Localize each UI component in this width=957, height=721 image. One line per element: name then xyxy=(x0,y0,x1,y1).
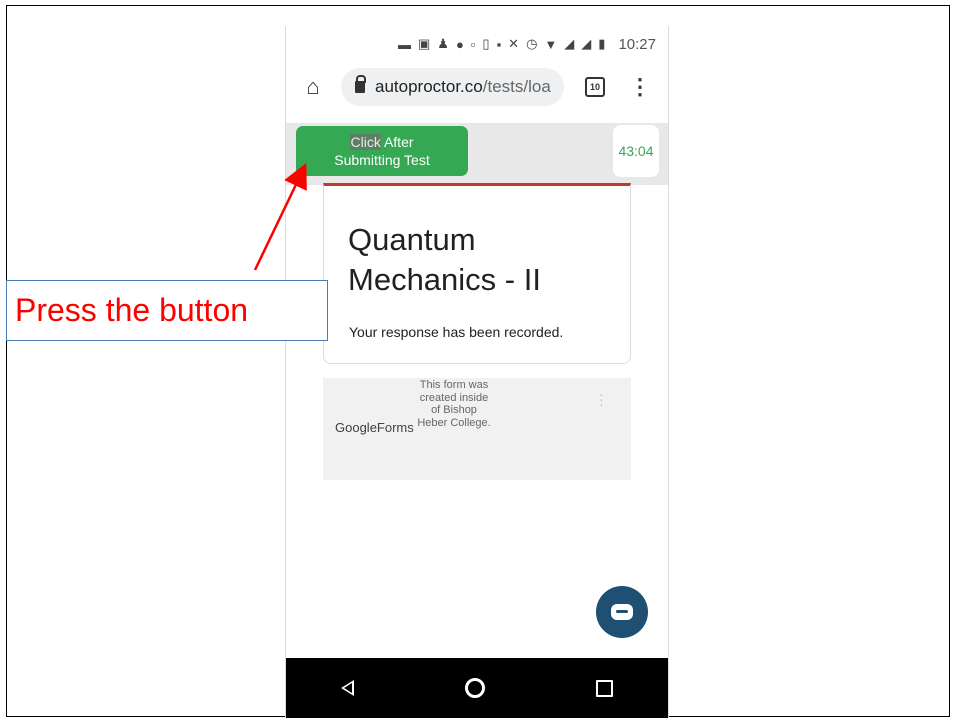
browser-toolbar: ⌂ autoproctor.co/tests/loa 10 ⋮ xyxy=(286,62,668,112)
status-time: 10:27 xyxy=(618,35,656,53)
countdown-timer: 43:04 xyxy=(613,125,659,177)
missed-call-icon: ✕ xyxy=(508,36,521,51)
more-options-icon[interactable]: ⋮ xyxy=(629,74,651,100)
signal-icon-2: ◢ xyxy=(581,36,593,51)
url-path: /tests/loa xyxy=(482,77,551,96)
footer-more-icon[interactable]: · · · xyxy=(599,387,604,411)
proctor-toolbar: Click After Submitting Test 43:04 xyxy=(286,123,668,185)
form-response-card: Quantum Mechanics - II Your response has… xyxy=(323,183,631,364)
form-origin-note: This form was created inside of Bishop H… xyxy=(417,379,491,429)
download-icon: ▯ xyxy=(482,36,491,51)
home-icon[interactable]: ⌂ xyxy=(292,74,334,100)
battery-icon: ▮ xyxy=(598,36,607,51)
lock-icon xyxy=(355,75,366,93)
response-recorded-message: Your response has been recorded. xyxy=(349,324,564,340)
annotation-callout: Press the button xyxy=(6,280,328,341)
back-icon[interactable] xyxy=(341,680,355,696)
home-circle-icon[interactable] xyxy=(464,678,485,698)
person-icon: ♟ xyxy=(437,36,450,51)
tab-switcher-button[interactable]: 10 xyxy=(585,77,605,97)
calendar-icon: ▪ xyxy=(496,36,503,52)
record-icon: ● xyxy=(455,36,465,52)
wifi-icon: ▼ xyxy=(544,36,559,52)
android-nav-bar xyxy=(286,658,668,718)
google-forms-logo: GoogleForms xyxy=(335,420,414,435)
gallery-icon: ▣ xyxy=(417,36,432,51)
app-icon: ▫ xyxy=(470,36,477,52)
signal-icon: ◢ xyxy=(564,36,576,51)
address-bar[interactable]: autoproctor.co/tests/loa xyxy=(341,68,564,106)
form-footer: GoogleForms This form was created inside… xyxy=(323,378,631,480)
button-label-rest: After xyxy=(380,134,414,150)
recent-apps-icon[interactable] xyxy=(595,679,613,697)
form-title: Quantum Mechanics - II xyxy=(348,222,541,297)
phone-screen: ▬ ▣ ♟ ● ▫ ▯ ▪ ✕ ◷ ▼ ◢ ◢ ▮ 10:27 ⌂ autopr… xyxy=(285,26,669,718)
button-label-highlight: Click xyxy=(350,134,381,150)
chat-icon xyxy=(611,604,633,620)
alarm-icon: ◷ xyxy=(526,36,539,51)
click-after-submitting-button[interactable]: Click After Submitting Test xyxy=(296,126,468,176)
button-label-line2: Submitting Test xyxy=(334,152,430,168)
chat-button[interactable] xyxy=(596,586,648,638)
message-icon: ▬ xyxy=(397,36,412,52)
url-domain: autoproctor.co xyxy=(375,77,483,96)
status-bar: ▬ ▣ ♟ ● ▫ ▯ ▪ ✕ ◷ ▼ ◢ ◢ ▮ 10:27 xyxy=(286,26,668,62)
notification-icons: ▬ ▣ ♟ ● ▫ ▯ ▪ ✕ ◷ ▼ ◢ ◢ ▮ xyxy=(398,36,606,52)
